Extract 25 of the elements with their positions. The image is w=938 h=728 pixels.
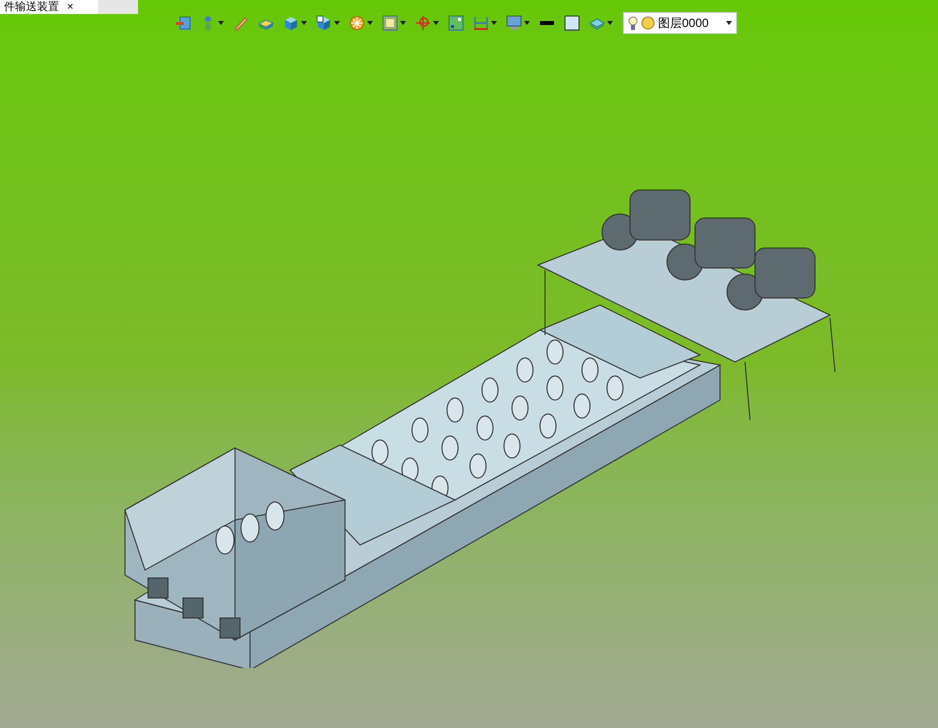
dropdown-caret-icon[interactable] bbox=[334, 21, 340, 25]
dropdown-caret-icon[interactable] bbox=[301, 21, 307, 25]
frame-icon[interactable] bbox=[382, 15, 398, 31]
dropdown-caret-icon[interactable] bbox=[367, 21, 373, 25]
layer-dropdown[interactable]: 图层0000 bbox=[623, 12, 737, 34]
dropdown-caret-icon[interactable] bbox=[524, 21, 530, 25]
tab-title: 件输送装置 bbox=[4, 0, 59, 14]
dropdown-caret-icon[interactable] bbox=[218, 21, 224, 25]
dropdown-caret-icon[interactable] bbox=[607, 21, 613, 25]
dropdown-caret-icon[interactable] bbox=[400, 21, 406, 25]
pencil-icon[interactable] bbox=[233, 15, 249, 31]
exit-icon[interactable] bbox=[175, 15, 191, 31]
cube-icon[interactable] bbox=[316, 15, 332, 31]
color-swatch-icon[interactable] bbox=[564, 15, 580, 31]
sun-icon[interactable] bbox=[641, 16, 655, 30]
dropdown-caret-icon[interactable] bbox=[726, 21, 732, 25]
lightbulb-icon[interactable] bbox=[628, 16, 638, 30]
dropdown-caret-icon[interactable] bbox=[433, 21, 439, 25]
close-button[interactable]: × bbox=[67, 0, 74, 14]
wheel-icon[interactable] bbox=[349, 15, 365, 31]
grid-icon[interactable] bbox=[448, 15, 464, 31]
dropdown-caret-icon[interactable] bbox=[491, 21, 497, 25]
cube-icon[interactable] bbox=[283, 15, 299, 31]
document-tab[interactable]: 件输送装置 × bbox=[0, 0, 98, 14]
monitor-icon[interactable] bbox=[506, 15, 522, 31]
